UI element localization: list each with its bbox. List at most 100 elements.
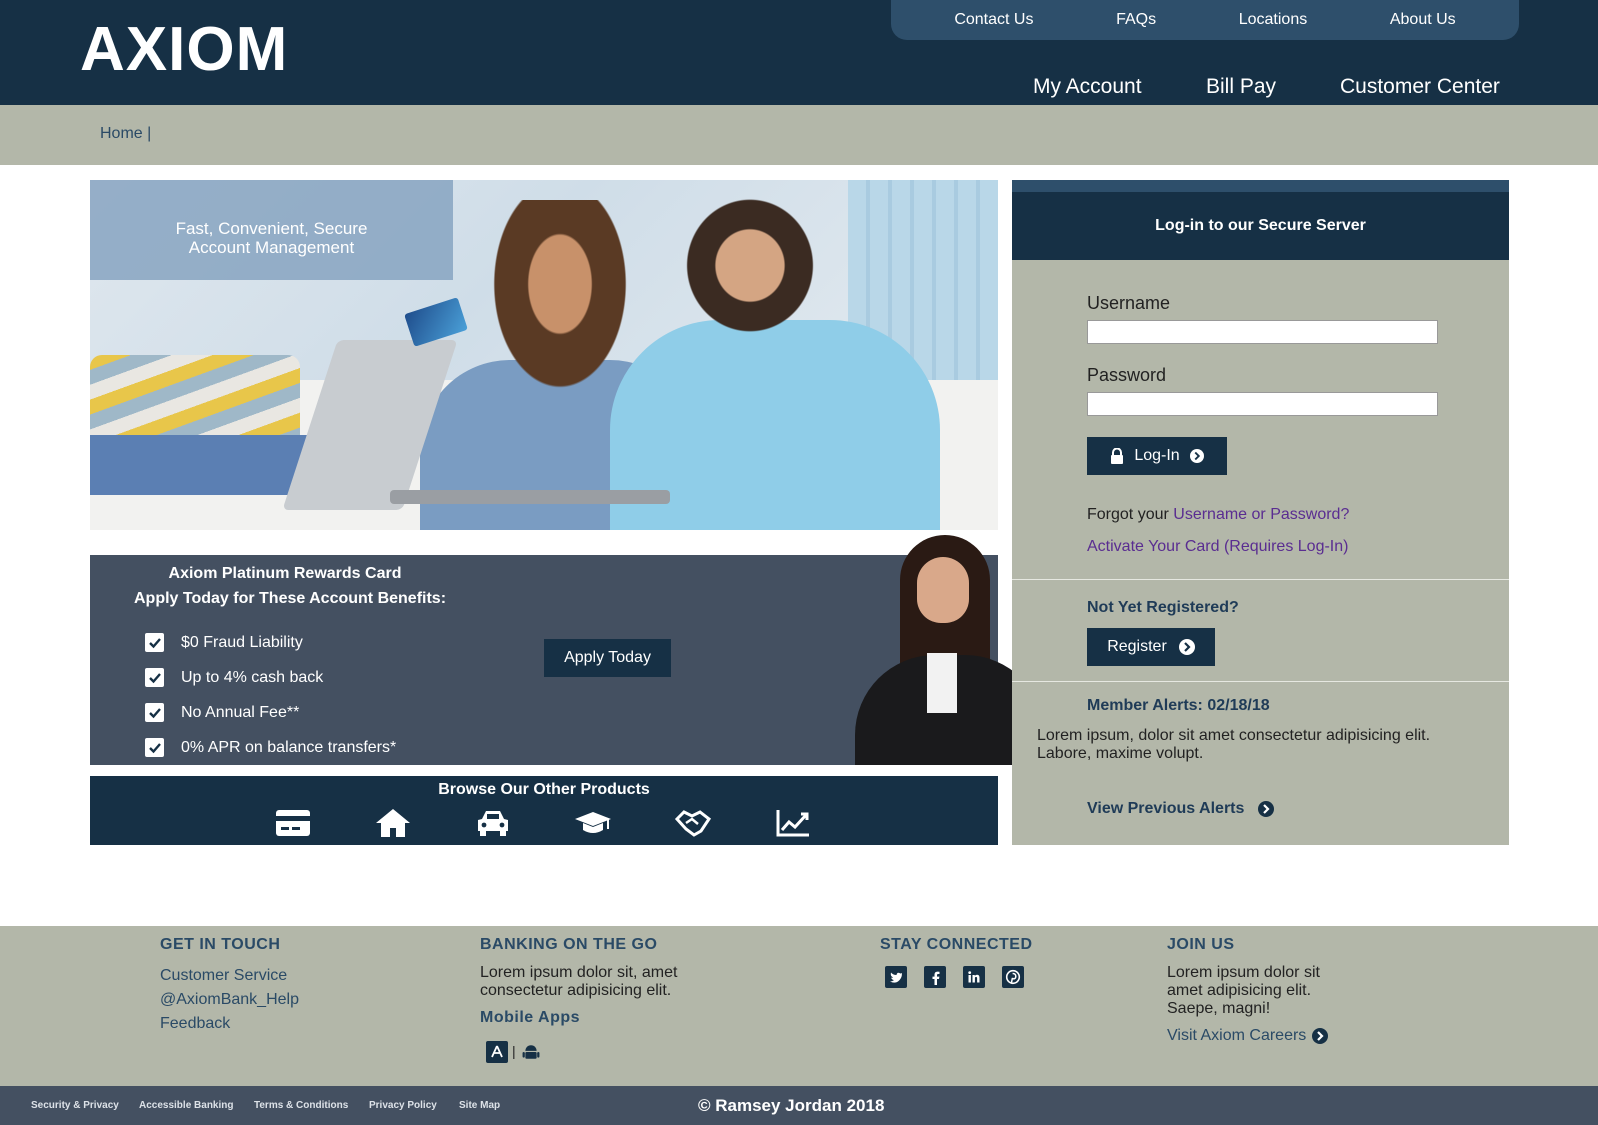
nav-faqs[interactable]: FAQs <box>1116 11 1156 29</box>
get-in-touch-heading: GET IN TOUCH <box>160 936 281 953</box>
join-us-heading: JOIN US <box>1167 936 1235 953</box>
careers-label: Visit Axiom Careers <box>1167 1027 1307 1044</box>
checkbox-icon <box>145 703 164 722</box>
top-nav: Contact Us FAQs Locations About Us <box>891 0 1519 40</box>
lock-icon <box>1111 448 1124 464</box>
careers-link[interactable]: Visit Axiom Careers <box>1167 1027 1329 1045</box>
copyright: © Ramsey Jordan 2018 <box>698 1096 885 1115</box>
password-label: Password <box>1087 365 1167 385</box>
products-title: Browse Our Other Products <box>438 781 650 798</box>
checkbox-icon <box>145 738 164 757</box>
forgot-prefix: Forgot your <box>1087 506 1169 523</box>
register-button[interactable]: Register <box>1087 628 1215 666</box>
nav-customer-center[interactable]: Customer Center <box>1340 75 1500 99</box>
linkedin-icon[interactable] <box>963 966 985 988</box>
stay-connected-heading: STAY CONNECTED <box>880 936 1033 953</box>
home-icon[interactable] <box>373 806 413 840</box>
hero-laptop-base <box>390 490 670 504</box>
pinterest-icon[interactable] <box>1002 966 1024 988</box>
facebook-icon[interactable] <box>924 966 946 988</box>
login-strip <box>1012 180 1509 192</box>
hero-banner: Fast, Convenient, Secure Account Managem… <box>90 180 998 530</box>
android-icon[interactable] <box>520 1041 542 1063</box>
hero-caption-line1: Fast, Convenient, Secure <box>175 219 368 238</box>
nav-my-account[interactable]: My Account <box>1033 75 1142 99</box>
promo-title: Axiom Platinum Rewards Card <box>168 565 402 582</box>
benefits-list: $0 Fraud Liability Up to 4% cash back No… <box>145 625 396 765</box>
site-map-link[interactable]: Site Map <box>459 1100 500 1111</box>
benefit-item: $0 Fraud Liability <box>145 625 396 660</box>
car-icon[interactable] <box>473 806 513 840</box>
handshake-icon[interactable] <box>673 806 713 840</box>
breadcrumb: Home | <box>0 105 1598 165</box>
benefit-label: 0% APR on balance transfers* <box>181 738 397 756</box>
view-previous-label: View Previous Alerts <box>1087 800 1245 817</box>
password-input[interactable] <box>1087 392 1438 416</box>
login-button-label: Log-In <box>1134 447 1180 464</box>
hero-man-head <box>650 180 850 370</box>
arrow-circle-right-icon <box>1189 449 1204 463</box>
divider <box>1012 579 1509 580</box>
member-alerts-text: Lorem ipsum, dolor sit amet consectetur … <box>1037 727 1431 762</box>
rewards-card-promo: Axiom Platinum Rewards Card Apply Today … <box>90 535 1045 765</box>
not-registered-heading: Not Yet Registered? <box>1087 599 1239 616</box>
benefit-item: Up to 4% cash back <box>145 660 396 695</box>
hero-credit-card <box>404 297 468 347</box>
nav-bill-pay[interactable]: Bill Pay <box>1206 75 1276 99</box>
promo-subtitle: Apply Today for These Account Benefits: <box>133 590 447 607</box>
view-previous-alerts-link[interactable]: View Previous Alerts <box>1087 800 1275 818</box>
security-privacy-link[interactable]: Security & Privacy <box>31 1100 119 1111</box>
arrow-circle-right-icon <box>1178 639 1195 655</box>
benefit-item: 0% APR on balance transfers* <box>145 730 396 765</box>
site-header: AXIOM Contact Us FAQs Locations About Us… <box>0 0 1598 105</box>
site-footer: GET IN TOUCH Customer Service @AxiomBank… <box>0 926 1598 1086</box>
checkbox-icon <box>145 633 164 652</box>
nav-locations[interactable]: Locations <box>1239 11 1308 29</box>
footer-bottom-bar: Security & Privacy Accessible Banking Te… <box>0 1086 1598 1125</box>
checkbox-icon <box>145 668 164 687</box>
mobile-apps-heading: Mobile Apps <box>480 1009 581 1026</box>
apply-today-button[interactable]: Apply Today <box>544 639 671 677</box>
nav-contact-us[interactable]: Contact Us <box>954 11 1033 29</box>
forgot-link[interactable]: Username or Password? <box>1173 506 1349 523</box>
arrow-circle-right-icon <box>1312 1028 1329 1044</box>
privacy-policy-link[interactable]: Privacy Policy <box>369 1100 437 1111</box>
twitter-help-link[interactable]: @AxiomBank_Help <box>160 991 299 1009</box>
login-button[interactable]: Log-In <box>1087 437 1227 475</box>
breadcrumb-home[interactable]: Home | <box>100 125 151 143</box>
promo-woman-face <box>917 557 969 623</box>
register-button-label: Register <box>1107 638 1167 655</box>
app-store-icon[interactable] <box>486 1041 508 1063</box>
feedback-link[interactable]: Feedback <box>160 1015 230 1033</box>
credit-card-icon[interactable] <box>273 806 313 840</box>
benefit-item: No Annual Fee** <box>145 695 396 730</box>
benefit-label: $0 Fraud Liability <box>181 633 303 651</box>
nav-about-us[interactable]: About Us <box>1390 11 1456 29</box>
axiom-logo[interactable]: AXIOM <box>80 14 288 85</box>
accessible-banking-link[interactable]: Accessible Banking <box>139 1100 233 1111</box>
divider <box>1012 681 1509 682</box>
terms-conditions-link[interactable]: Terms & Conditions <box>254 1100 348 1111</box>
promo-woman-shirt <box>927 653 957 713</box>
hero-caption-line2: Account Management <box>188 238 355 257</box>
forgot-credentials: Forgot your Username or Password? <box>1087 506 1349 524</box>
benefit-label: Up to 4% cash back <box>181 668 324 686</box>
benefit-label: No Annual Fee** <box>181 703 300 721</box>
products-bar: Browse Our Other Products <box>90 776 998 845</box>
hero-caption: Fast, Convenient, Secure Account Managem… <box>90 180 453 280</box>
twitter-icon[interactable] <box>885 966 907 988</box>
banking-on-the-go-text: Lorem ipsum dolor sit, amet consectetur … <box>480 964 678 999</box>
username-input[interactable] <box>1087 320 1438 344</box>
login-panel: Log-in to our Secure Server Username Pas… <box>1012 180 1509 845</box>
join-us-text: Lorem ipsum dolor sit amet adipisicing e… <box>1167 964 1320 1017</box>
graduation-cap-icon[interactable] <box>573 806 613 840</box>
banking-on-the-go-heading: BANKING ON THE GO <box>480 936 658 953</box>
line-chart-icon[interactable] <box>773 806 813 840</box>
customer-service-link[interactable]: Customer Service <box>160 967 287 985</box>
activate-card-link[interactable]: Activate Your Card (Requires Log-In) <box>1087 538 1348 556</box>
member-alerts-heading: Member Alerts: 02/18/18 <box>1087 697 1270 714</box>
arrow-circle-right-icon <box>1258 801 1275 817</box>
username-label: Username <box>1087 293 1171 313</box>
login-header: Log-in to our Secure Server <box>1012 192 1509 260</box>
app-separator: | <box>512 1043 516 1059</box>
